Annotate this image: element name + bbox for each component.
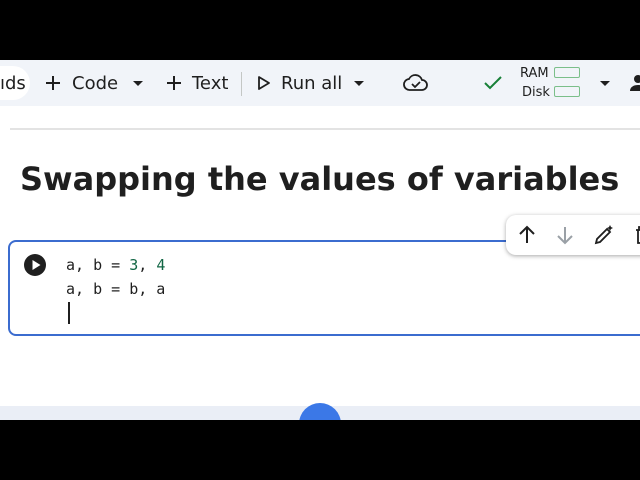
section-heading: Swapping the values of variables [20,160,620,198]
play-outline-icon [258,76,270,90]
arrow-up-icon [519,225,535,243]
number-literal: 3 [129,256,139,274]
ram-label: RAM [520,66,549,81]
move-cell-up-button[interactable] [516,223,538,251]
runtime-dropdown[interactable] [598,60,612,106]
add-text-button[interactable]: Text [165,60,228,106]
connected-status[interactable] [483,60,503,106]
chevron-down-icon [600,81,610,86]
code-text: , [138,256,157,274]
cell-divider [10,128,640,130]
toolbar-divider [241,72,242,96]
run-all-label: Run all [281,72,343,94]
commands-text: ıds [0,72,26,94]
chevron-down-icon [354,81,364,86]
commands-label[interactable]: ıds [0,60,26,106]
colab-window: ıds Code Text Run all RAM Disk Swapping … [0,60,640,420]
run-cell-button[interactable] [24,254,46,276]
code-line-1[interactable]: a, b = 3, 4 [66,256,165,274]
code-dropdown-button[interactable] [131,60,145,106]
drive-save-button[interactable] [403,60,429,106]
run-all-dropdown[interactable] [352,60,366,106]
plus-icon [46,76,60,90]
delete-cell-button[interactable] [632,223,640,251]
move-cell-down-button[interactable] [554,223,576,251]
notebook-toolbar: ıds Code Text Run all RAM Disk [0,60,640,106]
delete-icon [636,226,640,244]
code-line-2[interactable]: a, b = b, a [66,280,165,298]
number-literal: 4 [156,256,166,274]
plus-icon [167,76,181,90]
add-code-label: Code [72,72,119,94]
avatar-icon [630,75,640,91]
add-text-label: Text [192,72,229,94]
account-button[interactable] [628,60,640,106]
text-cursor [68,302,70,324]
ram-usage-bar[interactable] [554,67,580,78]
arrow-down-icon [557,227,573,245]
run-cell-icon [32,260,41,270]
chevron-down-icon [133,81,143,86]
cell-toolbar [506,215,640,255]
disk-label: Disk [522,85,550,100]
run-all-button[interactable]: Run all [257,60,342,106]
checkmark-icon [484,76,502,90]
code-text: a, b = [66,256,130,274]
edit-pencil-icon [594,225,613,245]
edit-cell-button[interactable] [592,223,616,251]
disk-usage-bar[interactable] [554,86,580,97]
add-code-button[interactable]: Code [44,60,118,106]
cloud-check-icon [403,74,428,91]
